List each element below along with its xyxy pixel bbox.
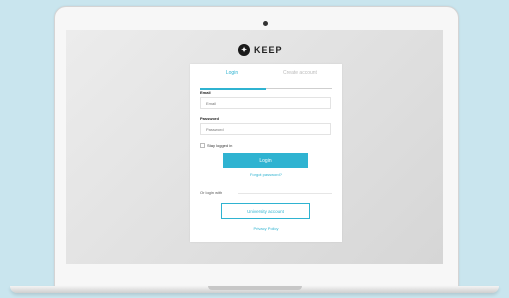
divider (238, 193, 332, 194)
login-button[interactable]: Login (223, 153, 308, 168)
forgot-password-link[interactable]: Forgot password? (190, 172, 342, 177)
keep-logo-icon: ✦ (238, 44, 250, 56)
brand-logo: ✦ KEEP (238, 42, 298, 58)
brand-name: KEEP (254, 45, 283, 55)
email-label: Email (200, 90, 211, 95)
university-account-button[interactable]: University account (221, 203, 310, 219)
tab-login[interactable]: Login (198, 70, 266, 76)
webcam-icon (263, 21, 268, 26)
or-login-with-label: Or login with (200, 190, 223, 195)
login-card: Login Create account Email Password Stay… (190, 64, 342, 242)
password-label: Password (200, 116, 219, 121)
password-field[interactable] (200, 123, 331, 135)
stay-logged-in-checkbox[interactable] (200, 143, 205, 148)
privacy-policy-link[interactable]: Privacy Policy (190, 226, 342, 231)
stay-logged-in-label: Stay logged in (207, 143, 233, 148)
laptop-notch (208, 286, 302, 290)
tab-create-account[interactable]: Create account (266, 70, 334, 76)
auth-tabs: Login Create account (190, 70, 342, 90)
email-field[interactable] (200, 97, 331, 109)
